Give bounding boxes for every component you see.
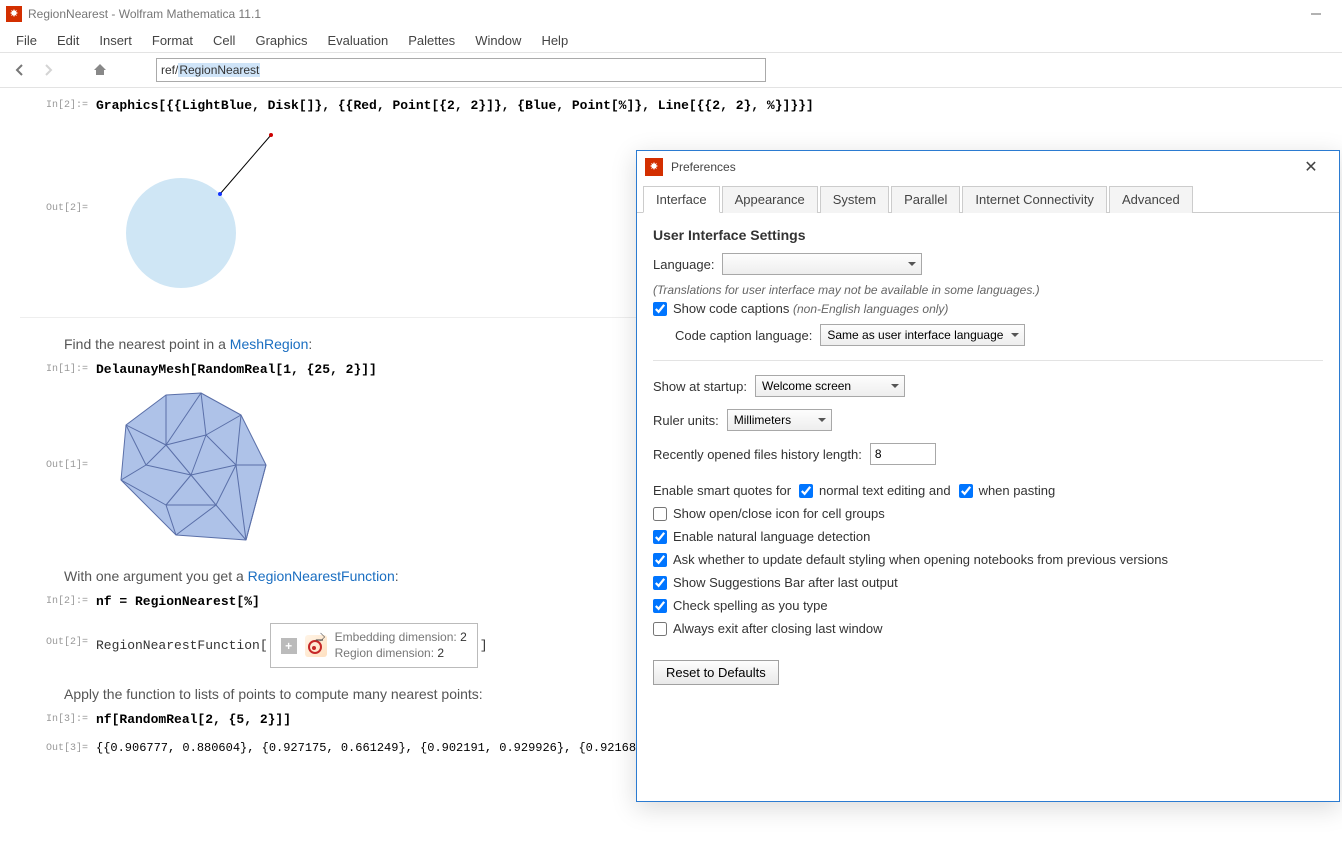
out-label: Out[2]= bbox=[20, 123, 96, 214]
out-label: Out[1]= bbox=[20, 385, 96, 471]
tab-advanced[interactable]: Advanced bbox=[1109, 186, 1193, 213]
graphics-output-disk bbox=[106, 123, 306, 303]
region-nearest-function-output: RegionNearestFunction[ + Embedding dimen… bbox=[96, 623, 488, 668]
menu-bar: File Edit Insert Format Cell Graphics Ev… bbox=[0, 28, 1342, 52]
startup-label: Show at startup: bbox=[653, 379, 747, 394]
input-cell[interactable]: nf[RandomReal[2, {5, 2}]] bbox=[96, 712, 291, 727]
prefs-tabs: Interface Appearance System Parallel Int… bbox=[637, 185, 1339, 213]
suggestions-bar-checkbox[interactable]: Show Suggestions Bar after last output bbox=[653, 575, 898, 590]
tab-appearance[interactable]: Appearance bbox=[722, 186, 818, 213]
address-bar[interactable]: ref/RegionNearest bbox=[156, 58, 766, 82]
menu-help[interactable]: Help bbox=[531, 31, 578, 50]
input-cell[interactable]: Graphics[{{LightBlue, Disk[]}, {{Red, Po… bbox=[96, 98, 814, 113]
input-cell[interactable]: nf = RegionNearest[%] bbox=[96, 594, 260, 609]
dialog-titlebar: Preferences ✕ bbox=[637, 151, 1339, 183]
preferences-dialog: Preferences ✕ Interface Appearance Syste… bbox=[636, 150, 1340, 802]
smart-quotes-editing-checkbox[interactable]: normal text editing and bbox=[799, 483, 951, 498]
tab-internet[interactable]: Internet Connectivity bbox=[962, 186, 1107, 213]
nav-toolbar: ref/RegionNearest bbox=[0, 52, 1342, 88]
in-label: In[3]:= bbox=[20, 712, 96, 725]
ruler-units-select[interactable]: Millimeters bbox=[727, 409, 832, 431]
tab-interface[interactable]: Interface bbox=[643, 186, 720, 213]
history-length-input[interactable] bbox=[870, 443, 936, 465]
menu-insert[interactable]: Insert bbox=[89, 31, 142, 50]
smart-quotes-label: Enable smart quotes for bbox=[653, 483, 791, 498]
link-meshregion[interactable]: MeshRegion bbox=[230, 336, 309, 352]
menu-window[interactable]: Window bbox=[465, 31, 531, 50]
menu-palettes[interactable]: Palettes bbox=[398, 31, 465, 50]
in-label: In[2]:= bbox=[20, 594, 96, 607]
history-length-label: Recently opened files history length: bbox=[653, 447, 862, 462]
reset-defaults-button[interactable]: Reset to Defaults bbox=[653, 660, 779, 685]
app-icon bbox=[645, 158, 663, 176]
startup-select[interactable]: Welcome screen bbox=[755, 375, 905, 397]
show-openclose-checkbox[interactable]: Show open/close icon for cell groups bbox=[653, 506, 885, 521]
out-label: Out[3]= bbox=[20, 741, 96, 754]
title-bar: RegionNearest - Wolfram Mathematica 11.1 bbox=[0, 0, 1342, 28]
address-prefix: ref/ bbox=[161, 63, 178, 77]
prefs-body: User Interface Settings Language: (Trans… bbox=[637, 213, 1339, 699]
exit-on-close-checkbox[interactable]: Always exit after closing last window bbox=[653, 621, 883, 636]
tab-parallel[interactable]: Parallel bbox=[891, 186, 960, 213]
smart-quotes-pasting-checkbox[interactable]: when pasting bbox=[959, 483, 1056, 498]
menu-cell[interactable]: Cell bbox=[203, 31, 245, 50]
menu-evaluation[interactable]: Evaluation bbox=[317, 31, 398, 50]
check-spelling-checkbox[interactable]: Check spelling as you type bbox=[653, 598, 828, 613]
close-button[interactable]: ✕ bbox=[1291, 153, 1331, 181]
show-captions-checkbox[interactable]: Show code captions (non-English language… bbox=[653, 301, 948, 316]
app-icon bbox=[6, 6, 22, 22]
address-selection: RegionNearest bbox=[178, 63, 260, 77]
in-label: In[2]:= bbox=[20, 98, 96, 111]
menu-file[interactable]: File bbox=[6, 31, 47, 50]
graphics-output-mesh bbox=[106, 385, 286, 550]
menu-edit[interactable]: Edit bbox=[47, 31, 89, 50]
back-button[interactable] bbox=[8, 58, 32, 82]
caption-language-label: Code caption language: bbox=[675, 328, 812, 343]
expand-icon[interactable]: + bbox=[281, 638, 297, 654]
menu-format[interactable]: Format bbox=[142, 31, 203, 50]
out-label: Out[2]= bbox=[20, 623, 96, 648]
region-icon bbox=[305, 635, 327, 657]
caption-language-select[interactable]: Same as user interface language bbox=[820, 324, 1025, 346]
translation-note: (Translations for user interface may not… bbox=[653, 283, 1323, 297]
ruler-units-label: Ruler units: bbox=[653, 413, 719, 428]
tab-system[interactable]: System bbox=[820, 186, 889, 213]
input-cell[interactable]: DelaunayMesh[RandomReal[1, {25, 2}]] bbox=[96, 362, 377, 377]
window-title: RegionNearest - Wolfram Mathematica 11.1 bbox=[28, 7, 261, 21]
link-regionnearestfunction[interactable]: RegionNearestFunction bbox=[248, 568, 395, 584]
language-label: Language: bbox=[653, 257, 714, 272]
language-select[interactable] bbox=[722, 253, 922, 275]
minimize-button[interactable] bbox=[1296, 0, 1336, 28]
in-label: In[1]:= bbox=[20, 362, 96, 375]
dialog-title: Preferences bbox=[671, 160, 736, 174]
natural-language-checkbox[interactable]: Enable natural language detection bbox=[653, 529, 870, 544]
home-button[interactable] bbox=[88, 58, 112, 82]
update-styling-checkbox[interactable]: Ask whether to update default styling wh… bbox=[653, 552, 1168, 567]
menu-graphics[interactable]: Graphics bbox=[245, 31, 317, 50]
section-heading: User Interface Settings bbox=[653, 227, 1323, 243]
forward-button[interactable] bbox=[36, 58, 60, 82]
